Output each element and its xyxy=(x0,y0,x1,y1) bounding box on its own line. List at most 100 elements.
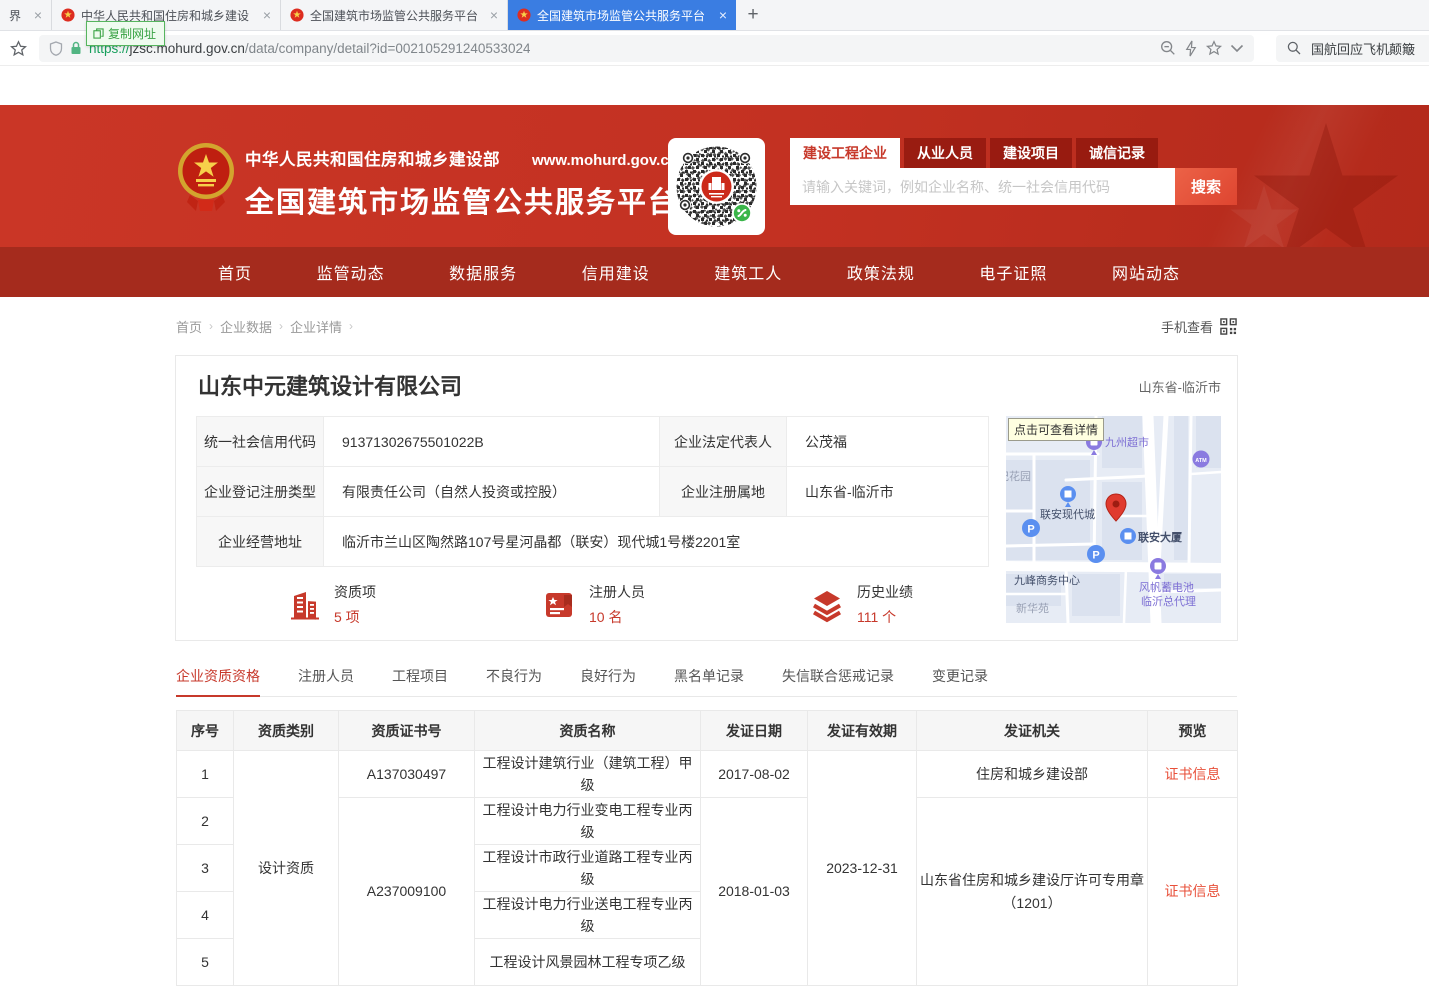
nav-supervision[interactable]: 监管动态 xyxy=(317,260,385,284)
cell-no: 2 xyxy=(177,798,234,845)
tab-bad-behavior[interactable]: 不良行为 xyxy=(486,666,542,696)
tab-close-icon[interactable]: × xyxy=(719,7,727,23)
company-name: 山东中元建筑设计有限公司 xyxy=(198,369,462,401)
new-tab-button[interactable]: + xyxy=(736,0,770,30)
tab-blacklist[interactable]: 黑名单记录 xyxy=(674,666,744,696)
tab-dishonesty-records[interactable]: 失信联合惩戒记录 xyxy=(782,666,894,696)
chevron-down-icon[interactable] xyxy=(1230,44,1244,53)
tab-good-behavior[interactable]: 良好行为 xyxy=(580,666,636,696)
search-button[interactable]: 搜索 xyxy=(1175,168,1237,205)
search-tab-project[interactable]: 建设项目 xyxy=(990,138,1072,168)
stat-qualifications[interactable]: 资质项 5 项 xyxy=(286,582,376,627)
reg-place-label: 企业注册属地 xyxy=(660,467,787,517)
header-authority: 发证机关 xyxy=(917,711,1148,751)
tab-close-icon[interactable]: × xyxy=(490,7,498,23)
tab-title: 全国建筑市场监管公共服务平台 xyxy=(537,7,713,24)
zoom-out-icon[interactable] xyxy=(1159,39,1177,57)
map-label-battery-2: 临沂总代理 xyxy=(1141,593,1196,609)
header-issue-date: 发证日期 xyxy=(701,711,808,751)
cell-preview: 证书信息 xyxy=(1148,751,1238,798)
site-banner: 中华人民共和国住房和城乡建设部 www.mohurd.gov.cn 全国建筑市场… xyxy=(0,105,1429,247)
cell-no: 3 xyxy=(177,845,234,892)
browser-tab-jzsc-1[interactable]: 全国建筑市场监管公共服务平台 × xyxy=(281,0,508,30)
company-region: 山东省-临沂市 xyxy=(1139,377,1221,396)
emblem-favicon-icon xyxy=(61,8,75,22)
tab-registered-personnel[interactable]: 注册人员 xyxy=(298,666,354,696)
ministry-name: 中华人民共和国住房和城乡建设部 xyxy=(245,146,500,170)
tab-qualifications[interactable]: 企业资质资格 xyxy=(176,666,260,697)
nav-site-news[interactable]: 网站动态 xyxy=(1112,260,1180,284)
wechat-qr-code xyxy=(668,138,765,235)
main-navigation: 首页 监管动态 数据服务 信用建设 建筑工人 政策法规 电子证照 网站动态 xyxy=(0,247,1429,297)
nav-data-service[interactable]: 数据服务 xyxy=(449,260,517,284)
breadcrumb-company-detail[interactable]: 企业详情 xyxy=(290,317,342,336)
search-tab-enterprise[interactable]: 建设工程企业 xyxy=(790,138,900,168)
credit-code-value: 91371302675501022B xyxy=(324,417,660,467)
lightning-icon[interactable] xyxy=(1184,40,1198,57)
reg-type-value: 有限责任公司（自然人投资或控股） xyxy=(324,467,660,517)
header-cert-no: 资质证书号 xyxy=(339,711,475,751)
breadcrumb-company-data[interactable]: 企业数据 xyxy=(220,317,272,336)
search-category-tabs: 建设工程企业 从业人员 建设项目 诚信记录 xyxy=(790,138,1237,168)
tab-projects[interactable]: 工程项目 xyxy=(392,666,448,696)
lock-icon xyxy=(70,41,82,55)
cell-issue-date: 2017-08-02 xyxy=(701,751,808,798)
nav-home[interactable]: 首页 xyxy=(218,260,252,284)
browser-tab-bar: 界 × 中华人民共和国住房和城乡建设 × 全国建筑市场监管公共服务平台 × 全国… xyxy=(0,0,1429,31)
breadcrumb-home[interactable]: 首页 xyxy=(176,317,202,336)
header-name: 资质名称 xyxy=(475,711,701,751)
map-label-modern-city: 联安现代城 xyxy=(1040,506,1095,522)
browser-search-box[interactable]: 国航回应飞机颠簸 xyxy=(1276,35,1429,62)
detail-tabs: 企业资质资格 注册人员 工程项目 不良行为 良好行为 黑名单记录 失信联合惩戒记… xyxy=(176,662,1237,697)
stat-historical-performance[interactable]: 历史业绩 111 个 xyxy=(809,582,913,627)
nav-policy[interactable]: 政策法规 xyxy=(847,260,915,284)
browser-tab-partial[interactable]: 界 × xyxy=(0,0,52,30)
nav-e-license[interactable]: 电子证照 xyxy=(979,260,1047,284)
shield-icon[interactable] xyxy=(49,41,63,56)
svg-text:ATM: ATM xyxy=(1195,458,1207,464)
table-row: 1 设计资质 A137030497 工程设计建筑行业（建筑工程）甲级 2017-… xyxy=(177,751,1238,798)
building-icon xyxy=(286,587,322,623)
nav-credit[interactable]: 信用建设 xyxy=(582,260,650,284)
cell-preview: 证书信息 xyxy=(1148,798,1238,986)
cell-issue-date: 2018-01-03 xyxy=(701,798,808,986)
cell-authority: 山东省住房和城乡建设厅许可专用章（1201） xyxy=(917,798,1148,986)
search-tab-credit[interactable]: 诚信记录 xyxy=(1076,138,1158,168)
search-tab-personnel[interactable]: 从业人员 xyxy=(904,138,986,168)
cell-name: 工程设计电力行业送电工程专业丙级 xyxy=(475,892,701,939)
stat-registered-personnel[interactable]: 注册人员 10 名 xyxy=(541,582,645,627)
keyword-search-input[interactable] xyxy=(790,168,1175,205)
browser-tab-jzsc-active[interactable]: 全国建筑市场监管公共服务平台 × xyxy=(508,0,736,30)
emblem-favicon-icon xyxy=(517,8,531,22)
search-icon xyxy=(1286,40,1302,56)
qr-code-icon[interactable] xyxy=(1220,318,1237,335)
nav-workers[interactable]: 建筑工人 xyxy=(714,260,782,284)
tab-close-icon[interactable]: × xyxy=(263,7,271,23)
banner-titles: 中华人民共和国住房和城乡建设部 www.mohurd.gov.cn 全国建筑市场… xyxy=(245,146,679,221)
company-info-table: 统一社会信用代码 91371302675501022B 企业法定代表人 公茂福 … xyxy=(196,416,989,567)
certificate-info-link[interactable]: 证书信息 xyxy=(1165,766,1221,782)
certificate-icon xyxy=(541,587,577,623)
url-field[interactable]: https://jzsc.mohurd.gov.cn/data/company/… xyxy=(39,35,1254,62)
url-path: /data/company/detail?id=0021052912405330… xyxy=(245,41,531,56)
cell-name: 工程设计风景园林工程专项乙级 xyxy=(475,939,701,986)
cell-no: 4 xyxy=(177,892,234,939)
stat-value: 10 名 xyxy=(589,607,645,627)
header-category: 资质类别 xyxy=(234,711,339,751)
breadcrumb-separator: › xyxy=(349,319,353,333)
certificate-info-link[interactable]: 证书信息 xyxy=(1165,883,1221,899)
location-map[interactable]: ATM P P 点击可查看详情 九州超市 纪花园 联安现代城 联安大厦 九峰商务… xyxy=(1006,416,1221,623)
svg-text:P: P xyxy=(1092,550,1099,562)
cell-cert-no: A137030497 xyxy=(339,751,475,798)
mobile-view-label[interactable]: 手机查看 xyxy=(1161,317,1213,336)
emblem-favicon-icon xyxy=(290,8,304,22)
copy-url-tooltip-text: 复制网址 xyxy=(108,25,156,42)
favorite-star-icon[interactable] xyxy=(1205,39,1223,57)
tab-change-records[interactable]: 变更记录 xyxy=(932,666,988,696)
map-label-business-center: 九峰商务中心 xyxy=(1014,572,1080,588)
tab-close-icon[interactable]: × xyxy=(34,7,42,23)
bookmark-star-icon[interactable] xyxy=(9,39,28,58)
cell-cert-no: A237009100 xyxy=(339,798,475,986)
reg-type-label: 企业登记注册类型 xyxy=(197,467,324,517)
stat-label: 注册人员 xyxy=(589,582,645,602)
